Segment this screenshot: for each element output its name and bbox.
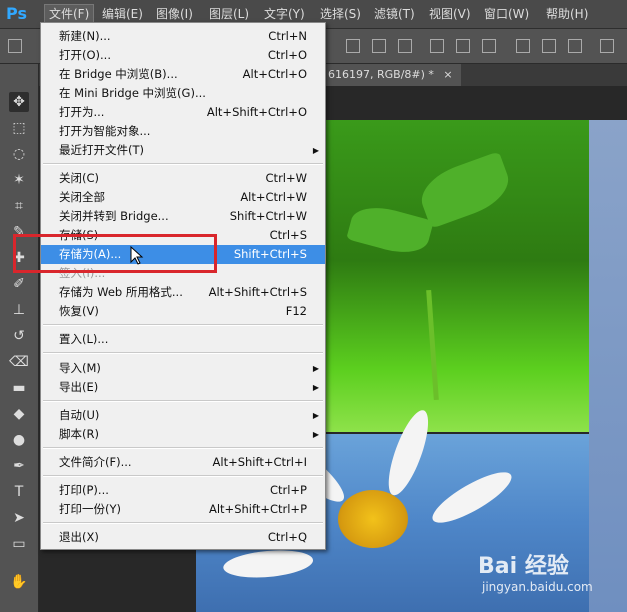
menu-separator <box>43 163 323 165</box>
menu-item-print-one-copy[interactable]: 打印一份(Y) Alt+Shift+Ctrl+P <box>41 500 325 519</box>
distribute-top-icon[interactable] <box>516 39 530 53</box>
dodge-tool-icon[interactable]: ● <box>9 430 29 450</box>
menu-item-close-all[interactable]: 关闭全部 Alt+Ctrl+W <box>41 188 325 207</box>
align-vcenter-icon[interactable] <box>372 39 386 53</box>
menu-filter[interactable]: 滤镜(T) <box>370 5 419 23</box>
file-menu-dropdown: 新建(N)... Ctrl+N 打开(O)... Ctrl+O 在 Bridge 中… <box>40 22 326 550</box>
align-top-icon[interactable] <box>346 39 360 53</box>
menu-item-file-info[interactable]: 文件简介(F)... Alt+Shift+Ctrl+I <box>41 453 325 472</box>
photoshop-logo: Ps <box>6 4 27 23</box>
menu-separator <box>43 324 323 326</box>
menu-window[interactable]: 窗口(W) <box>480 5 533 23</box>
menu-edit[interactable]: 编辑(E) <box>98 5 147 23</box>
lasso-tool-icon[interactable]: ◌ <box>9 144 29 164</box>
menu-item-recent-files[interactable]: 最近打开文件(T) ▶ <box>41 141 325 160</box>
clone-stamp-tool-icon[interactable]: ⊥ <box>9 300 29 320</box>
menu-item-export[interactable]: 导出(E) ▶ <box>41 378 325 397</box>
menu-item-automate[interactable]: 自动(U) ▶ <box>41 406 325 425</box>
menu-item-save-for-web[interactable]: 存储为 Web 所用格式... Alt+Shift+Ctrl+S <box>41 283 325 302</box>
menu-type[interactable]: 文字(Y) <box>260 5 309 23</box>
document-tab-title: 616197, RGB/8#) * <box>328 68 434 81</box>
menu-file[interactable]: 文件(F) <box>44 4 95 24</box>
submenu-arrow-icon: ▶ <box>312 364 319 373</box>
menu-item-scripts[interactable]: 脚本(R) ▶ <box>41 425 325 444</box>
menu-item-place[interactable]: 置入(L)... <box>41 330 325 349</box>
menu-item-revert[interactable]: 恢复(V) F12 <box>41 302 325 321</box>
pen-tool-icon[interactable]: ✒ <box>9 456 29 476</box>
watermark-url: jingyan.baidu.com <box>482 580 593 594</box>
menu-item-browse-bridge[interactable]: 在 Bridge 中浏览(B)... Alt+Ctrl+O <box>41 65 325 84</box>
menu-image[interactable]: 图像(I) <box>152 5 197 23</box>
menu-select[interactable]: 选择(S) <box>316 5 365 23</box>
menu-item-open[interactable]: 打开(O)... Ctrl+O <box>41 46 325 65</box>
gradient-tool-icon[interactable]: ▬ <box>9 378 29 398</box>
align-left-icon[interactable] <box>430 39 444 53</box>
menu-item-exit[interactable]: 退出(X) Ctrl+Q <box>41 528 325 547</box>
crop-tool-icon[interactable]: ⌗ <box>9 196 29 216</box>
menu-separator <box>43 522 323 524</box>
annotation-highlight-box <box>13 234 217 273</box>
menu-item-import[interactable]: 导入(M) ▶ <box>41 359 325 378</box>
tools-panel: ✥ ⬚ ◌ ✶ ⌗ ✎ ✚ ✐ ⊥ ↺ ⌫ ▬ ◆ ● ✒ T ➤ ▭ ✋ <box>0 64 39 612</box>
move-tool-icon[interactable]: ✥ <box>9 92 29 112</box>
menu-item-new[interactable]: 新建(N)... Ctrl+N <box>41 27 325 46</box>
eraser-tool-icon[interactable]: ⌫ <box>9 352 29 372</box>
second-document-edge <box>589 120 627 612</box>
align-bottom-icon[interactable] <box>398 39 412 53</box>
menu-item-print[interactable]: 打印(P)... Ctrl+P <box>41 481 325 500</box>
rectangle-tool-icon[interactable]: ▭ <box>9 534 29 554</box>
menu-item-open-as[interactable]: 打开为... Alt+Shift+Ctrl+O <box>41 103 325 122</box>
menu-view[interactable]: 视图(V) <box>425 5 475 23</box>
mouse-cursor-icon <box>130 246 144 265</box>
menu-separator <box>43 447 323 449</box>
daisy-center <box>338 490 408 548</box>
menu-item-close-go-bridge[interactable]: 关闭并转到 Bridge... Shift+Ctrl+W <box>41 207 325 226</box>
tool-preset-icon[interactable] <box>8 39 22 53</box>
menu-item-open-smart-object[interactable]: 打开为智能对象... <box>41 122 325 141</box>
submenu-arrow-icon: ▶ <box>312 146 319 155</box>
menu-separator <box>43 352 323 354</box>
close-icon[interactable]: × <box>443 68 452 81</box>
document-tab[interactable]: 616197, RGB/8#) * × <box>320 64 461 86</box>
marquee-tool-icon[interactable]: ⬚ <box>9 118 29 138</box>
distribute-vcenter-icon[interactable] <box>542 39 556 53</box>
type-tool-icon[interactable]: T <box>9 482 29 502</box>
submenu-arrow-icon: ▶ <box>312 383 319 392</box>
blur-tool-icon[interactable]: ◆ <box>9 404 29 424</box>
watermark-logo: Bai 经验 <box>478 554 569 579</box>
align-right-icon[interactable] <box>482 39 496 53</box>
magic-wand-tool-icon[interactable]: ✶ <box>9 170 29 190</box>
submenu-arrow-icon: ▶ <box>312 411 319 420</box>
path-selection-tool-icon[interactable]: ➤ <box>9 508 29 528</box>
menu-layer[interactable]: 图层(L) <box>205 5 253 23</box>
menu-help[interactable]: 帮助(H) <box>542 5 592 23</box>
brush-tool-icon[interactable]: ✐ <box>9 274 29 294</box>
distribute-bottom-icon[interactable] <box>568 39 582 53</box>
distribute-left-icon[interactable] <box>600 39 614 53</box>
menu-separator <box>43 400 323 402</box>
menu-item-close[interactable]: 关闭(C) Ctrl+W <box>41 169 325 188</box>
hand-tool-icon[interactable]: ✋ <box>9 572 29 592</box>
align-hcenter-icon[interactable] <box>456 39 470 53</box>
history-brush-tool-icon[interactable]: ↺ <box>9 326 29 346</box>
submenu-arrow-icon: ▶ <box>312 430 319 439</box>
menu-item-browse-mini-bridge[interactable]: 在 Mini Bridge 中浏览(G)... <box>41 84 325 103</box>
menu-separator <box>43 475 323 477</box>
